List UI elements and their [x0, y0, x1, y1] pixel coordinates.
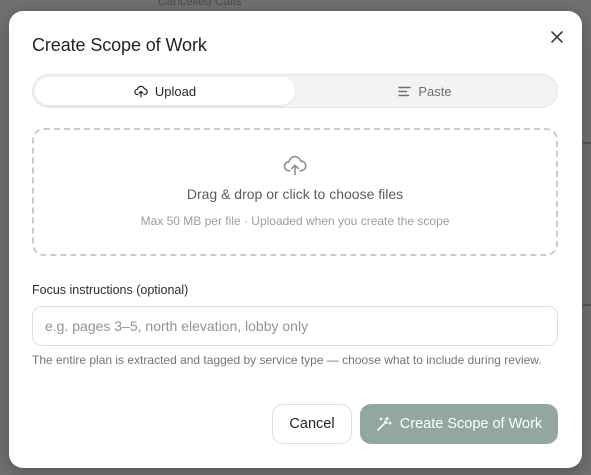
focus-instructions-input[interactable] — [32, 306, 558, 346]
tab-upload[interactable]: Upload — [35, 77, 295, 105]
close-icon — [551, 31, 563, 43]
cancel-button-label: Cancel — [289, 416, 335, 432]
helper-text: The entire plan is extracted and tagged … — [32, 353, 542, 367]
dropzone-primary-text: Drag & drop or click to choose files — [186, 186, 404, 202]
create-scope-button[interactable]: Create Scope of Work — [360, 404, 558, 444]
upload-cloud-icon — [283, 155, 307, 176]
tab-upload-label: Upload — [154, 83, 197, 99]
tab-paste-label: Paste — [418, 83, 452, 99]
create-scope-dialog: Create Scope of Work Upload Paste Drag &… — [9, 11, 582, 468]
text-lines-icon — [398, 86, 412, 96]
magic-wand-icon — [376, 416, 392, 431]
upload-cloud-icon — [134, 85, 148, 97]
close-button[interactable] — [548, 28, 566, 46]
dropzone-secondary-text: Max 50 MB per file · Uploaded when you c… — [140, 214, 450, 228]
input-mode-tabs: Upload Paste — [32, 74, 558, 108]
create-scope-button-label: Create Scope of Work — [399, 416, 543, 432]
background-edge-mark — [583, 304, 591, 306]
background-peek-text: Cancelled Calls — [158, 0, 242, 8]
focus-instructions-label: Focus instructions (optional) — [32, 283, 189, 297]
cancel-button[interactable]: Cancel — [272, 404, 352, 444]
tab-paste[interactable]: Paste — [295, 77, 555, 105]
background-edge-mark — [583, 142, 591, 144]
file-dropzone[interactable]: Drag & drop or click to choose files Max… — [32, 128, 558, 256]
dialog-title: Create Scope of Work — [32, 35, 207, 55]
